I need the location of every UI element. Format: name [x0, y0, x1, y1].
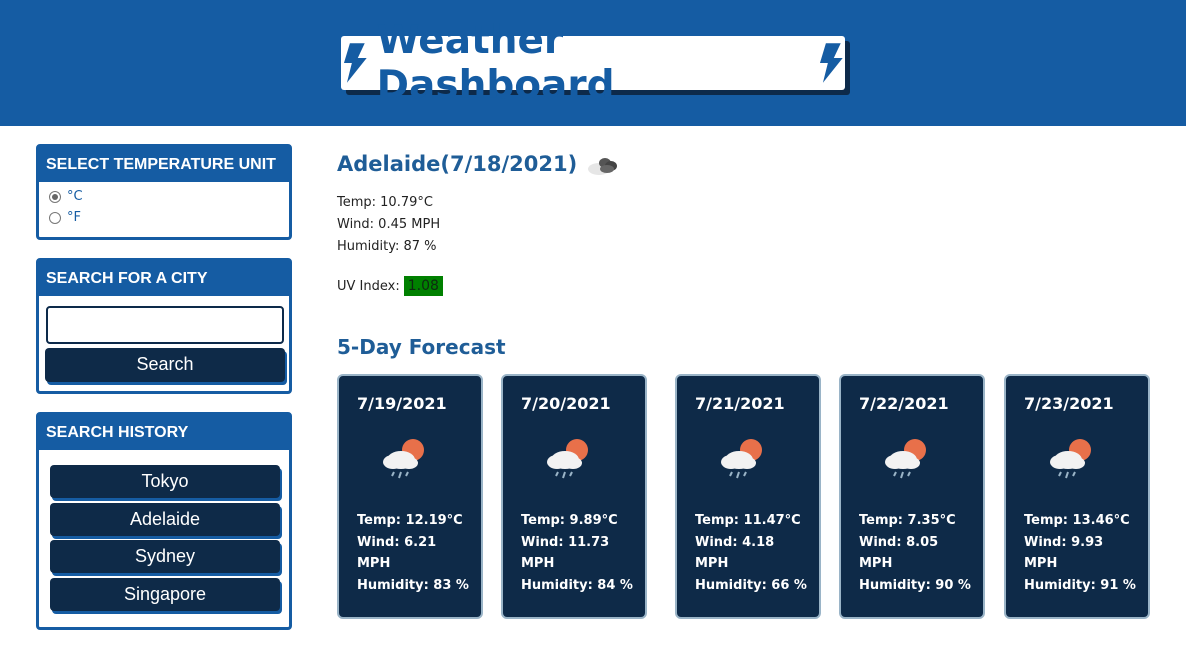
forecast-humidity: Humidity: 83 % [357, 577, 469, 593]
unit-option-fahrenheit[interactable]: °F [49, 207, 279, 228]
forecast-temp: Temp: 11.47°C [695, 513, 801, 528]
forecast-card: 7/19/2021 Temp: 12.19°C Wind: 6.21 MPH H… [337, 374, 483, 619]
current-humidity: Humidity: 87 % [337, 239, 437, 254]
lightning-bolt-icon [820, 43, 844, 83]
forecast-card: 7/23/2021 Temp: 13.46°C Wind: 9.93 MPH H… [1004, 374, 1150, 619]
forecast-temp: Temp: 7.35°C [859, 513, 956, 528]
unit-label: °F [67, 210, 81, 225]
history-item-button[interactable]: Sydney [50, 540, 280, 573]
forecast-wind-unit: MPH [859, 556, 893, 571]
forecast-card: 7/21/2021 Temp: 11.47°C Wind: 4.18 MPH H… [675, 374, 821, 619]
search-history-panel: SEARCH HISTORY Tokyo Adelaide Sydney Sin… [36, 412, 292, 630]
city-search-panel: SEARCH FOR A CITY Search [36, 258, 292, 394]
lightning-bolt-icon [343, 43, 367, 83]
forecast-date: 7/23/2021 [1024, 394, 1114, 413]
forecast-wind-unit: MPH [357, 556, 391, 571]
forecast-wind: Wind: 9.93 [1024, 534, 1104, 550]
uv-label: UV Index: [337, 278, 400, 294]
radio-button[interactable] [49, 190, 61, 203]
city-date-title: Adelaide(7/18/2021) [337, 152, 578, 176]
unit-label: °C [67, 189, 83, 204]
header-bar: Weather Dashboard [0, 0, 1186, 126]
forecast-date: 7/22/2021 [859, 394, 949, 413]
forecast-humidity: Humidity: 66 % [695, 577, 807, 593]
current-temp: Temp: 10.79°C [337, 195, 433, 210]
panel-heading: SEARCH HISTORY [39, 415, 289, 450]
page-title: Weather Dashboard [376, 18, 615, 108]
history-item-button[interactable]: Singapore [50, 577, 280, 611]
forecast-humidity: Humidity: 84 % [521, 577, 633, 593]
forecast-temp: Temp: 12.19°C [357, 513, 463, 528]
forecast-wind-unit: MPH [695, 556, 729, 571]
panel-heading: SEARCH FOR A CITY [39, 261, 289, 296]
rain-sun-cloud-icon [721, 439, 762, 479]
forecast-heading: 5-Day Forecast [337, 335, 506, 359]
history-item-button[interactable]: Tokyo [50, 465, 280, 498]
forecast-card: 7/22/2021 Temp: 7.35°C Wind: 8.05 MPH Hu… [839, 374, 985, 619]
forecast-wind-unit: MPH [521, 556, 555, 571]
current-city-heading: Adelaide(7/18/2021) [337, 151, 621, 177]
temperature-unit-panel: SELECT TEMPERATURE UNIT °C °F [36, 144, 292, 240]
unit-option-celsius[interactable]: °C [49, 186, 279, 207]
forecast-date: 7/21/2021 [695, 394, 785, 413]
forecast-humidity: Humidity: 90 % [859, 577, 971, 593]
cloudy-icon [588, 158, 618, 175]
forecast-temp: Temp: 9.89°C [521, 513, 618, 528]
forecast-wind: Wind: 11.73 [521, 534, 610, 550]
forecast-card: 7/20/2021 Temp: 9.89°C Wind: 11.73 MPH H… [501, 374, 647, 619]
history-list: Tokyo Adelaide Sydney Singapore [50, 465, 280, 615]
forecast-date: 7/20/2021 [521, 394, 611, 413]
forecast-wind-unit: MPH [1024, 556, 1058, 571]
rain-sun-cloud-icon [1050, 439, 1091, 479]
city-search-input[interactable] [46, 306, 284, 344]
rain-sun-cloud-icon [885, 439, 926, 479]
forecast-humidity: Humidity: 91 % [1024, 577, 1136, 593]
rain-sun-cloud-icon [547, 439, 588, 479]
uv-index-badge: 1.08 [403, 276, 443, 296]
forecast-wind: Wind: 8.05 [859, 534, 939, 550]
current-wind: Wind: 0.45 MPH [337, 217, 441, 232]
rain-sun-cloud-icon [383, 439, 424, 479]
uv-index-row: UV Index: 1.08 [337, 276, 443, 296]
page-title-box: Weather Dashboard [341, 18, 845, 108]
forecast-date: 7/19/2021 [357, 394, 447, 413]
radio-button[interactable] [49, 211, 61, 224]
forecast-wind: Wind: 4.18 [695, 534, 775, 550]
forecast-temp: Temp: 13.46°C [1024, 513, 1130, 528]
forecast-wind: Wind: 6.21 [357, 534, 437, 550]
history-item-button[interactable]: Adelaide [50, 502, 280, 536]
search-button[interactable]: Search [45, 348, 285, 382]
panel-heading: SELECT TEMPERATURE UNIT [39, 147, 289, 182]
